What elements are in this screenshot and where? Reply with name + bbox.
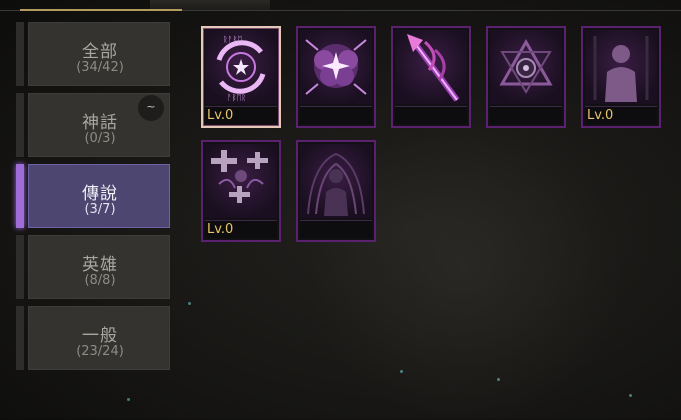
skill-level	[395, 106, 467, 124]
skill-level	[300, 220, 372, 238]
category-count: (8/8)	[84, 273, 116, 288]
skill-level: Lv.0	[585, 106, 657, 124]
skill-slot[interactable]	[391, 26, 471, 128]
category-name: 英雄	[82, 255, 118, 275]
skill-slot[interactable]: Lv.0	[201, 140, 281, 242]
rune-vortex-icon: ᚱᚨᛒᛖ ᚨᛒᛖᚱ	[205, 30, 277, 104]
category-all[interactable]: 全部 (34/42)	[16, 22, 172, 86]
category-button[interactable]: 一般 (23/24)	[28, 306, 170, 370]
sparkle	[629, 394, 632, 397]
svg-text:ᚨᛒᛖᚱ: ᚨᛒᛖᚱ	[227, 93, 246, 102]
category-marker	[16, 306, 24, 370]
top-tab-underline	[20, 9, 182, 11]
skill-level: Lv.0	[205, 106, 277, 124]
triangle-sigil-icon	[490, 30, 562, 104]
svg-text:ᚱᚨᛒᛖ: ᚱᚨᛒᛖ	[223, 35, 242, 44]
category-button[interactable]: 英雄 (8/8)	[28, 235, 170, 299]
category-marker	[16, 164, 24, 228]
category-count: (0/3)	[84, 131, 116, 146]
skill-level	[300, 106, 372, 124]
skill-slot[interactable]: ᚱᚨᛒᛖ ᚨᛒᛖᚱ Lv.0	[201, 26, 281, 128]
skill-slot[interactable]: Lv.0	[581, 26, 661, 128]
skill-slot[interactable]	[486, 26, 566, 128]
category-marker	[16, 93, 24, 157]
skill-level	[490, 106, 562, 124]
category-heroic[interactable]: 英雄 (8/8)	[16, 235, 172, 299]
category-count: (34/42)	[76, 60, 124, 75]
new-badge[interactable]: ~	[138, 95, 164, 121]
category-name: 一般	[82, 326, 118, 346]
category-count: (3/7)	[84, 202, 116, 217]
category-button[interactable]: 傳說 (3/7)	[28, 164, 170, 228]
category-button[interactable]: 全部 (34/42)	[28, 22, 170, 86]
sparkle	[497, 378, 500, 381]
skill-level: Lv.0	[205, 220, 277, 238]
healing-cross-icon	[205, 144, 277, 218]
skill-slot[interactable]	[296, 140, 376, 242]
category-marker	[16, 235, 24, 299]
sparkle	[127, 398, 130, 401]
dark-aura-icon	[300, 144, 372, 218]
category-marker	[16, 22, 24, 86]
star-burst-icon	[300, 30, 372, 104]
category-normal[interactable]: 一般 (23/24)	[16, 306, 172, 370]
spear-strike-icon	[395, 30, 467, 104]
category-name: 全部	[82, 42, 118, 62]
category-legendary[interactable]: 傳說 (3/7)	[16, 164, 172, 228]
sparkle	[400, 370, 403, 373]
category-count: (23/24)	[76, 344, 124, 359]
sparkle	[188, 302, 191, 305]
silhouette-icon	[585, 30, 657, 104]
category-name: 傳說	[82, 184, 118, 204]
skill-slot[interactable]	[296, 26, 376, 128]
